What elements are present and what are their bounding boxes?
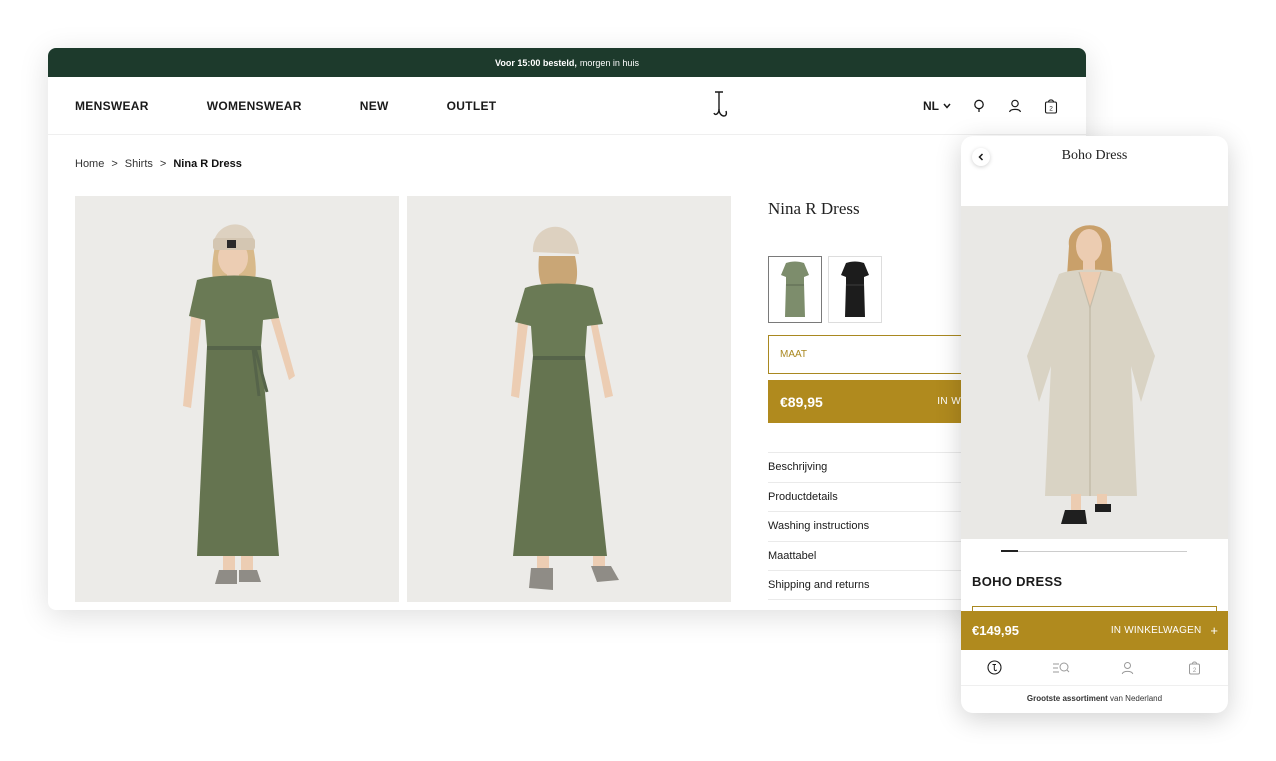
desktop-window: Voor 15:00 besteld, morgen in huis MENSW… — [48, 48, 1086, 610]
home-logo-icon — [987, 660, 1002, 675]
tagline-rest: van Nederland — [1110, 694, 1163, 703]
color-swatch-green[interactable] — [768, 256, 822, 323]
mobile-product-price: €149,95 — [972, 623, 1019, 638]
promo-bar: Voor 15:00 besteld, morgen in huis — [48, 48, 1086, 77]
cart-bag-icon: 2 — [1189, 661, 1201, 675]
breadcrumb-separator: > — [111, 158, 118, 170]
language-selector[interactable]: NL — [923, 99, 951, 113]
model-boho-illustration — [961, 206, 1228, 539]
mobile-cart-count: 2 — [1193, 668, 1197, 674]
cart-button[interactable]: 2 — [1043, 98, 1059, 114]
mobile-add-to-cart-button[interactable]: €149,95 IN WINKELWAGEN + — [961, 611, 1228, 650]
mobile-screen: Boho Dress BOHO DRESS €149,95 IN WINKELW… — [961, 136, 1228, 713]
model-front-illustration — [75, 196, 399, 602]
cart-count: 2 — [1049, 105, 1053, 112]
nav-new[interactable]: NEW — [360, 99, 389, 113]
nav-menswear[interactable]: MENSWEAR — [75, 99, 149, 113]
account-button[interactable] — [1007, 98, 1023, 114]
breadcrumb-home[interactable]: Home — [75, 158, 104, 170]
chevron-down-icon — [943, 103, 951, 109]
product-image-front[interactable] — [75, 196, 399, 602]
account-icon — [1008, 99, 1022, 112]
breadcrumb-shirts[interactable]: Shirts — [125, 158, 153, 170]
product-title: Nina R Dress — [768, 199, 860, 218]
account-icon — [1122, 661, 1134, 674]
promo-text: morgen in huis — [579, 57, 639, 68]
promo-bold: Voor 15:00 besteld, — [495, 57, 577, 68]
plus-icon: + — [1210, 623, 1218, 638]
language-label: NL — [923, 98, 939, 113]
brand-logo[interactable] — [711, 89, 729, 119]
search-filter-icon — [1053, 662, 1070, 672]
model-back-illustration — [407, 196, 731, 602]
mobile-tab-bar: 2 — [961, 650, 1228, 686]
color-swatch-black[interactable] — [828, 256, 882, 323]
tab-home[interactable] — [985, 659, 1003, 677]
tab-cart[interactable]: 2 — [1186, 659, 1204, 677]
breadcrumb-current: Nina R Dress — [173, 158, 242, 170]
nav-womenswear[interactable]: WOMENSWEAR — [207, 99, 302, 113]
cart-bag-icon: 2 — [1044, 98, 1058, 114]
product-price: €89,95 — [780, 393, 823, 410]
mobile-product-image[interactable] — [961, 206, 1228, 539]
mobile-header: Boho Dress — [961, 136, 1228, 206]
image-slider-track[interactable] — [1001, 551, 1187, 552]
mobile-page-title: Boho Dress — [1061, 148, 1128, 163]
main-nav: MENSWEAR WOMENSWEAR NEW OUTLET — [75, 99, 496, 113]
black-dress-thumbnail — [841, 261, 869, 317]
header-actions: NL 2 — [923, 98, 1059, 114]
breadcrumb: Home > Shirts > Nina R Dress — [75, 158, 242, 170]
image-slider-thumb[interactable] — [1001, 550, 1018, 552]
breadcrumb-separator: > — [159, 158, 167, 170]
hook-logo-icon — [713, 91, 728, 117]
mobile-footer-tagline: Grootste assortiment van Nederland — [961, 694, 1228, 703]
search-button[interactable] — [971, 98, 987, 114]
search-icon — [973, 99, 984, 112]
green-dress-thumbnail — [781, 261, 809, 317]
tagline-bold: Grootste assortiment — [1026, 694, 1108, 703]
mobile-add-to-cart-label: IN WINKELWAGEN — [1110, 625, 1202, 636]
tab-search[interactable] — [1052, 659, 1070, 677]
mobile-product-name: BOHO DRESS — [972, 574, 1063, 589]
nav-outlet[interactable]: OUTLET — [447, 99, 497, 113]
site-header: MENSWEAR WOMENSWEAR NEW OUTLET NL 2 — [48, 77, 1086, 135]
tab-account[interactable] — [1119, 659, 1137, 677]
product-image-back[interactable] — [407, 196, 731, 602]
